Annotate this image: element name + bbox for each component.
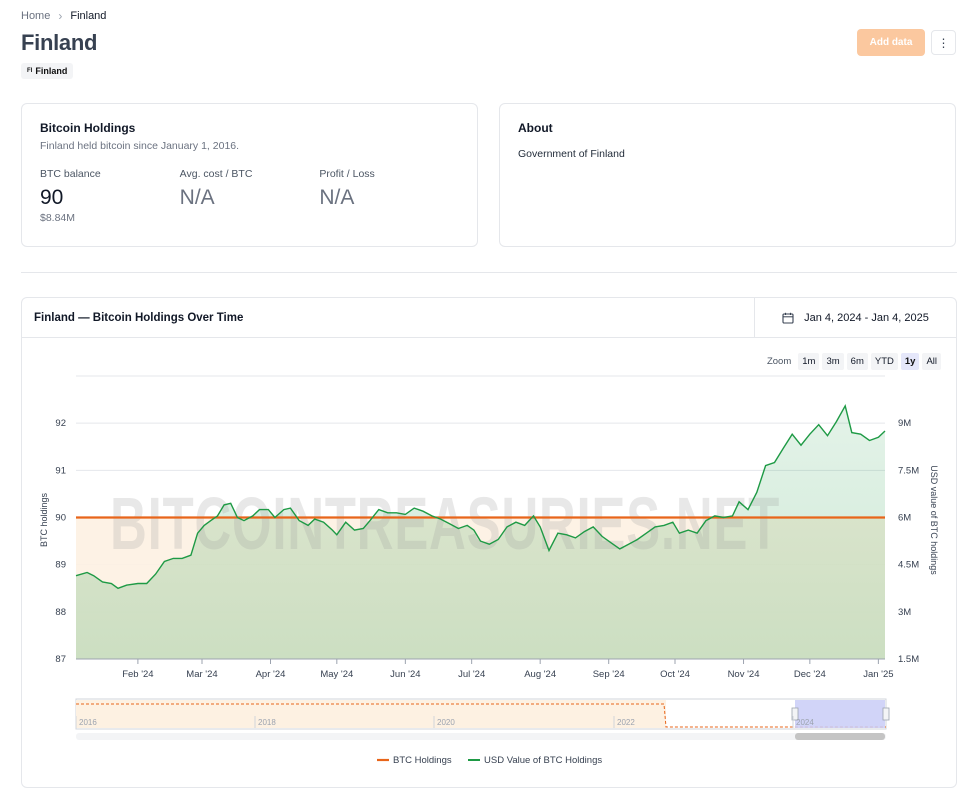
- y2-tick-label: 3M: [898, 607, 911, 618]
- profit-loss-stat: Profit / Loss N/A: [319, 168, 459, 224]
- about-title: About: [518, 121, 553, 135]
- x-tick-label: Jun '24: [390, 669, 420, 680]
- navigator-right-handle[interactable]: [882, 707, 890, 721]
- legend-btc-holdings[interactable]: BTC Holdings: [393, 755, 452, 766]
- x-tick-label: Nov '24: [728, 669, 760, 680]
- country-tag-label: Finland: [35, 66, 68, 76]
- about-text: Government of Finland: [518, 148, 625, 160]
- y-tick-label: 87: [55, 654, 66, 665]
- bitcoin-holdings-card: Bitcoin Holdings Finland held bitcoin si…: [21, 103, 478, 247]
- x-tick-label: Jul '24: [458, 669, 485, 680]
- y2-axis-label: USD value of BTC holdings: [929, 465, 939, 575]
- flag-icon: FI: [27, 68, 33, 74]
- profit-loss-label: Profit / Loss: [319, 168, 375, 180]
- avg-cost-stat: Avg. cost / BTC N/A: [180, 168, 320, 224]
- y2-tick-label: 9M: [898, 418, 911, 429]
- profit-loss-value: N/A: [319, 186, 355, 209]
- x-tick-label: Oct '24: [660, 669, 690, 680]
- x-tick-label: Feb '24: [122, 669, 153, 680]
- x-tick-label: Sep '24: [593, 669, 625, 680]
- date-range-picker[interactable]: Jan 4, 2024 - Jan 4, 2025: [754, 298, 956, 338]
- x-tick-label: Apr '24: [256, 669, 286, 680]
- chart-navigator[interactable]: 2016 2018 2020 2022 2024: [75, 698, 890, 740]
- y2-tick-label: 1.5M: [898, 654, 919, 665]
- y-axis-label: BTC holdings: [39, 492, 49, 547]
- y-tick-label: 91: [55, 465, 66, 476]
- navigator-tick-label: 2018: [258, 718, 276, 727]
- navigator-scrollbar-thumb[interactable]: [795, 733, 885, 740]
- y-tick-label: 89: [55, 560, 66, 571]
- page-title: Finland: [21, 30, 98, 55]
- legend-usd-value[interactable]: USD Value of BTC Holdings: [484, 755, 602, 766]
- holdings-title: Bitcoin Holdings: [40, 121, 136, 135]
- x-tick-label: May '24: [320, 669, 353, 680]
- y-tick-label: 88: [55, 607, 66, 618]
- x-tick-label: Aug '24: [524, 669, 556, 680]
- breadcrumb-current: Finland: [70, 10, 107, 22]
- chevron-right-icon: ›: [58, 9, 63, 23]
- avg-cost-label: Avg. cost / BTC: [179, 168, 253, 180]
- country-tag[interactable]: FI Finland: [21, 63, 74, 79]
- x-tick-label: Jan '25: [863, 669, 893, 680]
- watermark: BITCOINTREASURIES.NET: [110, 482, 780, 565]
- btc-balance-stat: BTC balance 90 $8.84M: [40, 168, 180, 224]
- more-options-icon[interactable]: ⋮: [931, 30, 956, 55]
- calendar-icon: [782, 312, 794, 324]
- x-tick-label: Dec '24: [794, 669, 826, 680]
- btc-balance-value: 90: [40, 186, 64, 209]
- about-card: About Government of Finland: [499, 103, 956, 247]
- navigator-scrollbar-track[interactable]: [76, 733, 886, 740]
- navigator-tick-label: 2016: [79, 718, 97, 727]
- y2-tick-label: 7.5M: [898, 465, 919, 476]
- navigator-tick-label: 2024: [796, 718, 814, 727]
- btc-balance-usd: $8.84M: [40, 212, 76, 224]
- holdings-subtitle: Finland held bitcoin since January 1, 20…: [40, 140, 240, 152]
- x-axis-ticks: Feb '24 Mar '24 Apr '24 May '24 Jun '24 Jul '…: [122, 659, 894, 680]
- holdings-chart[interactable]: BITCOINTREASURIES.NET Feb '24 Mar '24 Apr …: [22, 338, 956, 788]
- y2-axis-ticks: 1.5M 3M 4.5M 6M 7.5M 9M: [898, 418, 919, 665]
- y-tick-label: 90: [55, 513, 66, 524]
- breadcrumb-home-link[interactable]: Home: [21, 10, 50, 22]
- y2-tick-label: 4.5M: [898, 560, 919, 571]
- x-tick-label: Mar '24: [186, 669, 217, 680]
- btc-balance-label: BTC balance: [40, 168, 101, 180]
- y-tick-label: 92: [55, 418, 66, 429]
- navigator-tick-label: 2020: [437, 718, 455, 727]
- y2-tick-label: 6M: [898, 513, 911, 524]
- avg-cost-value: N/A: [179, 186, 215, 209]
- navigator-tick-label: 2022: [617, 718, 635, 727]
- chart-title: Finland — Bitcoin Holdings Over Time: [34, 311, 244, 324]
- date-range-text: Jan 4, 2024 - Jan 4, 2025: [804, 312, 929, 324]
- holdings-chart-card: Finland — Bitcoin Holdings Over Time Jan…: [21, 297, 957, 788]
- y-axis-ticks: 87 88 89 90 91 92: [55, 418, 66, 665]
- breadcrumb: Home › Finland: [21, 9, 106, 23]
- add-data-button[interactable]: Add data: [857, 29, 925, 56]
- section-divider: [21, 272, 957, 273]
- chart-legend: BTC Holdings USD Value of BTC Holdings: [377, 755, 602, 766]
